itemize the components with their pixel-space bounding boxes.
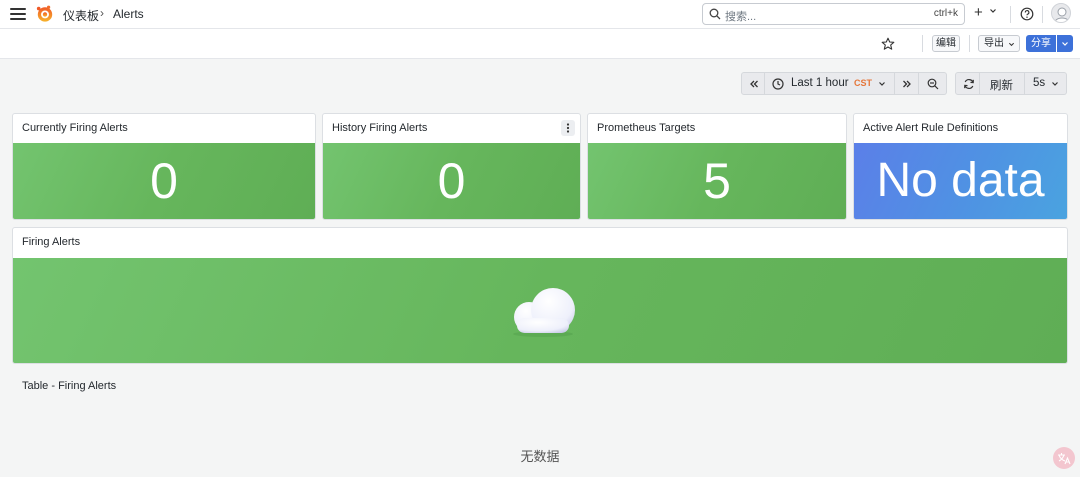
firing-alerts-panel[interactable]: Firing Alerts xyxy=(12,227,1068,364)
chevron-down-icon xyxy=(879,82,885,86)
search-icon xyxy=(709,8,721,20)
chevron-down-icon xyxy=(1052,82,1058,86)
time-range-picker[interactable]: Last 1 hour CST xyxy=(765,72,895,95)
divider xyxy=(969,35,970,52)
breadcrumb-current: Alerts xyxy=(113,7,144,21)
breadcrumb-dashboards[interactable]: 仪表板 xyxy=(63,7,99,24)
stat-value: No data xyxy=(876,154,1045,207)
grafana-logo-icon[interactable] xyxy=(36,5,54,23)
search-placeholder: 搜索... xyxy=(725,11,757,23)
firing-alerts-body xyxy=(13,258,1067,363)
new-button[interactable]: + xyxy=(974,5,983,21)
top-navigation-bar: 仪表板 › Alerts 搜索... ctrl+k + xyxy=(0,0,1080,29)
user-avatar[interactable] xyxy=(1051,3,1071,23)
divider xyxy=(1010,6,1011,23)
stat-value: 5 xyxy=(703,153,731,209)
stat-value: 0 xyxy=(150,153,178,209)
panel-title: Prometheus Targets xyxy=(597,122,696,134)
chevron-down-icon xyxy=(1062,42,1068,46)
refresh-button[interactable]: 刷新 xyxy=(955,72,1025,95)
cloud-icon xyxy=(513,288,575,337)
share-options-button[interactable] xyxy=(1057,35,1073,52)
stat-panel-currently-firing[interactable]: Currently Firing Alerts 0 xyxy=(12,113,316,220)
clock-icon xyxy=(772,78,784,90)
search-input[interactable]: 搜索... ctrl+k xyxy=(702,3,965,25)
timezone-badge: CST xyxy=(854,78,872,88)
zoom-out-button[interactable] xyxy=(919,72,947,95)
panel-title: Active Alert Rule Definitions xyxy=(863,122,999,134)
menu-icon[interactable] xyxy=(10,8,26,20)
double-chevron-left-icon xyxy=(750,80,758,88)
share-button[interactable]: 分享 xyxy=(1026,35,1056,52)
zoom-out-icon xyxy=(927,78,939,90)
stat-panel-active-rules[interactable]: Active Alert Rule Definitions No data xyxy=(853,113,1068,220)
time-shift-back-button[interactable] xyxy=(741,72,765,95)
divider xyxy=(922,35,923,52)
chevron-down-icon xyxy=(1008,42,1015,47)
edit-button[interactable]: 编辑 xyxy=(932,35,960,52)
double-chevron-right-icon xyxy=(903,80,911,88)
panel-title: Currently Firing Alerts xyxy=(22,122,128,134)
chevron-down-icon[interactable] xyxy=(989,7,997,15)
no-data-message: 无数据 xyxy=(520,449,560,464)
refresh-label: 刷新 xyxy=(990,80,1013,92)
star-icon[interactable] xyxy=(881,37,895,51)
stat-value: 0 xyxy=(437,153,466,209)
stat-panel-history-firing[interactable]: History Firing Alerts 0 xyxy=(322,113,581,220)
divider xyxy=(979,73,980,94)
stat-background: 5 xyxy=(588,143,846,219)
time-range-label: Last 1 hour xyxy=(791,77,849,89)
refresh-interval-value: 5s xyxy=(1033,77,1046,89)
divider xyxy=(1042,6,1043,23)
stat-background: 0 xyxy=(13,143,315,219)
panel-menu-button[interactable] xyxy=(561,120,575,136)
export-button[interactable]: 导出 xyxy=(978,35,1020,52)
panel-title: Firing Alerts xyxy=(22,236,81,248)
search-shortcut: ctrl+k xyxy=(933,8,958,19)
translate-icon xyxy=(1058,453,1071,465)
more-vertical-icon xyxy=(566,123,570,133)
table-panel-title: Table - Firing Alerts xyxy=(22,380,117,392)
refresh-interval-picker[interactable]: 5s xyxy=(1025,72,1067,95)
breadcrumb-separator: › xyxy=(100,6,104,20)
translate-extension-icon[interactable] xyxy=(1053,447,1075,469)
stat-background: No data xyxy=(854,143,1067,219)
panel-title: History Firing Alerts xyxy=(332,122,428,134)
export-label: 导出 xyxy=(984,38,1004,49)
refresh-icon xyxy=(964,78,974,90)
time-shift-forward-button[interactable] xyxy=(895,72,919,95)
stat-panel-prometheus-targets[interactable]: Prometheus Targets 5 xyxy=(587,113,847,220)
stat-background: 0 xyxy=(323,143,580,219)
help-icon[interactable] xyxy=(1020,7,1034,21)
dashboard-toolbar: 编辑 导出 分享 xyxy=(0,29,1080,59)
